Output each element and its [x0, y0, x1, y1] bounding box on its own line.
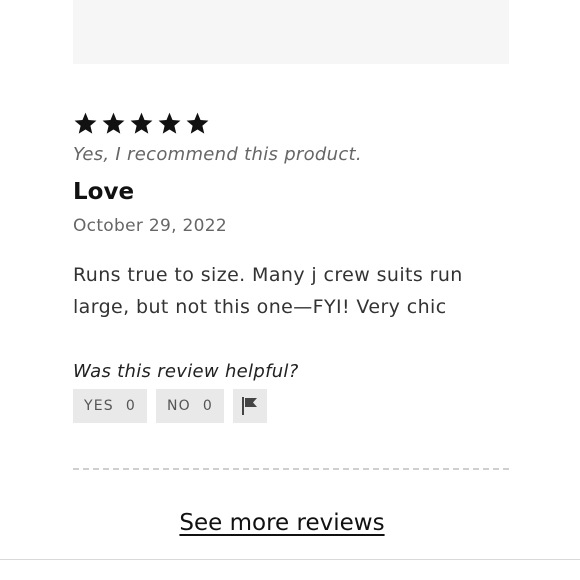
- yes-count: 0: [125, 398, 136, 414]
- review-date: October 29, 2022: [73, 216, 227, 236]
- review-body: Runs true to size. Many j crew suits run…: [73, 264, 463, 318]
- yes-vote-button[interactable]: YES 0: [73, 389, 147, 423]
- see-more-reviews-link[interactable]: See more reviews: [0, 510, 564, 536]
- no-vote-button[interactable]: NO 0: [156, 389, 225, 423]
- recommend-text: Yes, I recommend this product.: [73, 144, 362, 165]
- yes-label: YES: [84, 398, 114, 414]
- no-count: 0: [202, 398, 214, 414]
- report-flag-button[interactable]: [233, 389, 268, 423]
- section-divider: [73, 468, 509, 470]
- star-icon: [158, 112, 181, 134]
- star-icon: [102, 112, 125, 134]
- flag-icon: [242, 397, 258, 415]
- star-icon: [186, 112, 209, 134]
- no-label: NO: [167, 398, 191, 414]
- star-icon: [74, 112, 97, 134]
- star-rating: [73, 108, 509, 138]
- star-icon: [130, 112, 153, 134]
- review-title: Love: [73, 179, 135, 205]
- helpful-question: Was this review helpful?: [73, 361, 299, 382]
- bottom-border: [0, 559, 580, 560]
- helpful-vote-row: YES 0 NO 0: [73, 389, 509, 423]
- review-card: Yes, I recommend this product. Love Octo…: [73, 108, 509, 423]
- previous-review-panel: [73, 0, 509, 64]
- review-page: Yes, I recommend this product. Love Octo…: [0, 0, 580, 580]
